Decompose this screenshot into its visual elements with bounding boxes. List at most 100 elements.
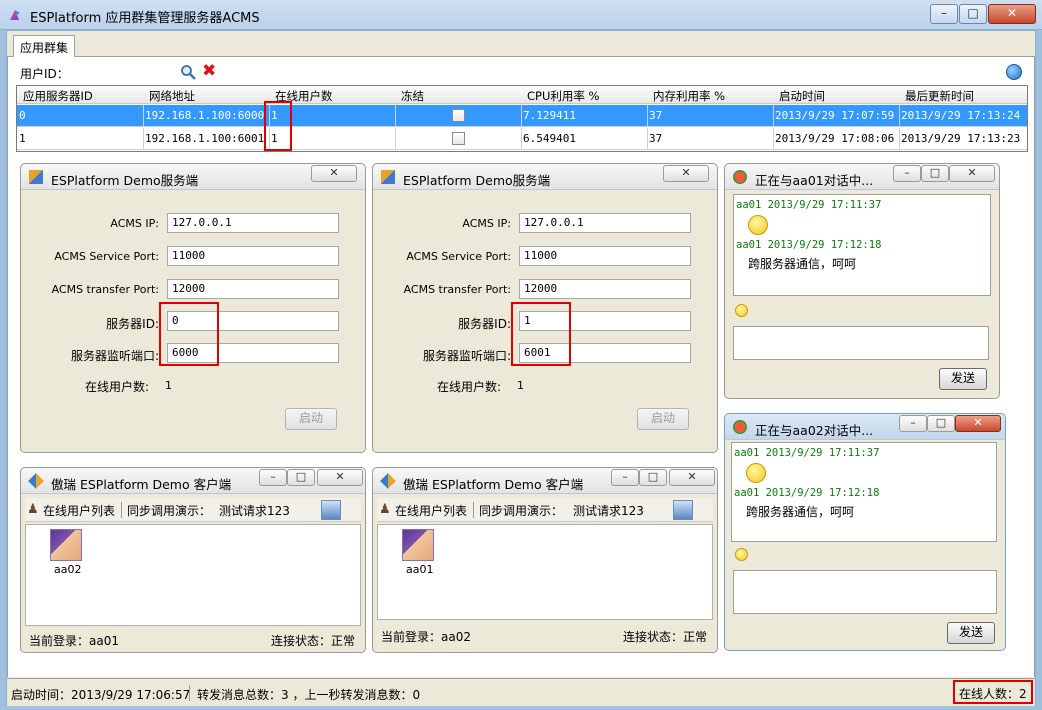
server-window-title: ESPlatform Demo服务端 — [403, 173, 551, 188]
sync-call-label: 同步调用演示： — [479, 504, 564, 518]
server-table: 应用服务器ID 网络地址 在线用户数 冻结 CPU利用率 % 内存利用率 % 启… — [16, 85, 1028, 152]
chat-message-header: aa01 2013/9/29 17:12:18 — [734, 487, 880, 499]
tab-app-cluster[interactable]: 应用群集 — [13, 35, 76, 57]
service-port-field[interactable]: 11000 — [519, 246, 691, 266]
minimize-icon[interactable]: – — [893, 165, 921, 182]
image-button-icon[interactable] — [673, 500, 693, 520]
restore-icon[interactable]: □ — [927, 415, 955, 432]
close-icon[interactable]: ✕ — [669, 469, 715, 486]
frozen-checkbox[interactable] — [452, 132, 465, 145]
refresh-icon[interactable] — [1006, 64, 1022, 80]
send-button[interactable]: 发送 — [939, 368, 987, 390]
col-header-mem[interactable]: 内存利用率 % — [653, 88, 725, 104]
client-window-1: 傲瑞 ESPlatform Demo 客户端 – □ ✕ ♟ 在线用户列表 同步… — [20, 467, 366, 653]
acms-ip-field[interactable]: 127.0.0.1 — [167, 213, 339, 233]
client-window-titlebar: 傲瑞 ESPlatform Demo 客户端 – □ ✕ — [373, 468, 717, 494]
frozen-checkbox[interactable] — [452, 109, 465, 122]
emoji-picker-icon[interactable] — [735, 304, 748, 317]
send-button[interactable]: 发送 — [947, 622, 995, 644]
tab-strip: 应用群集 — [7, 33, 1035, 57]
image-button-icon[interactable] — [321, 500, 341, 520]
table-header: 应用服务器ID 网络地址 在线用户数 冻结 CPU利用率 % 内存利用率 % 启… — [17, 86, 1027, 104]
transfer-port-field[interactable]: 12000 — [167, 279, 339, 299]
server-window-1: ESPlatform Demo服务端 ✕ ACMS IP: 127.0.0.1 … — [20, 163, 366, 453]
start-button[interactable]: 启动 — [637, 408, 689, 430]
cell-updated: 2013/9/29 17:13:24 — [901, 109, 1021, 122]
minimize-icon[interactable]: – — [611, 469, 639, 486]
close-icon[interactable]: ✕ — [311, 165, 357, 182]
acms-ip-field[interactable]: 127.0.0.1 — [519, 213, 691, 233]
chat-input[interactable] — [733, 326, 989, 360]
server-window-titlebar: ESPlatform Demo服务端 ✕ — [21, 164, 365, 190]
search-icon[interactable] — [180, 64, 196, 80]
current-login-status: 当前登录：aa01 — [29, 634, 119, 648]
listen-port-label: 服务器监听端口: — [70, 349, 159, 363]
highlight-server-fields — [511, 302, 571, 366]
minimize-button[interactable]: – — [930, 4, 958, 24]
divider — [773, 105, 774, 127]
close-icon[interactable]: ✕ — [949, 165, 995, 182]
user-id-input[interactable] — [72, 62, 172, 82]
transfer-port-field[interactable]: 12000 — [519, 279, 691, 299]
chat-window-1: 正在与aa01对话中... – □ ✕ aa01 2013/9/29 17:11… — [724, 163, 1000, 399]
online-count-value: 1 — [517, 379, 524, 392]
sync-call-input[interactable]: 测试请求123 — [219, 502, 290, 519]
online-list-tab[interactable]: 在线用户列表 — [395, 502, 467, 519]
table-row[interactable]: 0 192.168.1.100:6000 1 7.129411 37 2013/… — [17, 105, 1027, 127]
online-list-tab[interactable]: 在线用户列表 — [43, 502, 115, 519]
user-avatar[interactable] — [50, 529, 82, 561]
user-name[interactable]: aa02 — [54, 563, 81, 576]
chat-window-title: 正在与aa02对话中... — [755, 423, 874, 438]
server-app-icon — [381, 170, 395, 184]
chat-window-titlebar: 正在与aa01对话中... – □ ✕ — [725, 164, 999, 190]
chat-log: aa01 2013/9/29 17:11:37 aa01 2013/9/29 1… — [731, 442, 997, 542]
col-header-address[interactable]: 网络地址 — [149, 88, 195, 104]
delete-icon[interactable]: ✖ — [202, 62, 216, 80]
start-button[interactable]: 启动 — [285, 408, 337, 430]
close-icon[interactable]: ✕ — [663, 165, 709, 182]
restore-icon[interactable]: □ — [639, 469, 667, 486]
online-count-value: 1 — [165, 379, 172, 392]
chat-window-title: 正在与aa01对话中... — [755, 173, 874, 188]
client-window-title: 傲瑞 ESPlatform Demo 客户端 — [51, 477, 232, 492]
user-avatar[interactable] — [402, 529, 434, 561]
cell-mem: 37 — [649, 132, 663, 145]
minimize-icon[interactable]: – — [899, 415, 927, 432]
connection-status: 连接状态：正常 — [271, 634, 356, 648]
strawberry-icon — [733, 170, 747, 184]
emoji-picker-icon[interactable] — [735, 548, 748, 561]
divider — [647, 105, 648, 127]
restore-icon[interactable]: □ — [287, 469, 315, 486]
col-header-frozen[interactable]: 冻结 — [401, 88, 424, 104]
service-port-field[interactable]: 11000 — [167, 246, 339, 266]
online-count-label: 在线用户数: — [84, 380, 149, 394]
col-header-cpu[interactable]: CPU利用率 % — [527, 88, 599, 104]
divider — [395, 128, 396, 150]
minimize-icon[interactable]: – — [259, 469, 287, 486]
sync-call-input[interactable]: 测试请求123 — [573, 502, 644, 519]
maximize-button[interactable]: □ — [959, 4, 987, 24]
restore-icon[interactable]: □ — [921, 165, 949, 182]
close-icon[interactable]: ✕ — [955, 415, 1001, 432]
user-name[interactable]: aa01 — [406, 563, 433, 576]
col-header-start[interactable]: 启动时间 — [779, 88, 825, 104]
online-user-list: aa01 — [377, 524, 713, 620]
divider — [647, 128, 648, 150]
divider — [143, 105, 144, 127]
highlight-online-column — [264, 101, 292, 151]
close-icon[interactable]: ✕ — [317, 469, 363, 486]
strawberry-icon — [733, 420, 747, 434]
close-button[interactable]: ✕ — [988, 4, 1036, 24]
chat-input[interactable] — [733, 570, 997, 614]
table-row[interactable]: 1 192.168.1.100:6001 1 6.549401 37 2013/… — [17, 128, 1027, 150]
listen-port-label: 服务器监听端口: — [422, 349, 511, 363]
col-header-id[interactable]: 应用服务器ID — [23, 88, 93, 104]
divider — [473, 502, 474, 518]
smiley-icon — [746, 463, 766, 483]
client-window-title: 傲瑞 ESPlatform Demo 客户端 — [403, 477, 584, 492]
col-header-updated[interactable]: 最后更新时间 — [905, 88, 974, 104]
sync-call-label: 同步调用演示： — [127, 504, 212, 518]
server-id-label: 服务器ID: — [458, 317, 511, 331]
client-window-titlebar: 傲瑞 ESPlatform Demo 客户端 – □ ✕ — [21, 468, 365, 494]
transfer-port-label: ACMS transfer Port: — [403, 283, 511, 296]
